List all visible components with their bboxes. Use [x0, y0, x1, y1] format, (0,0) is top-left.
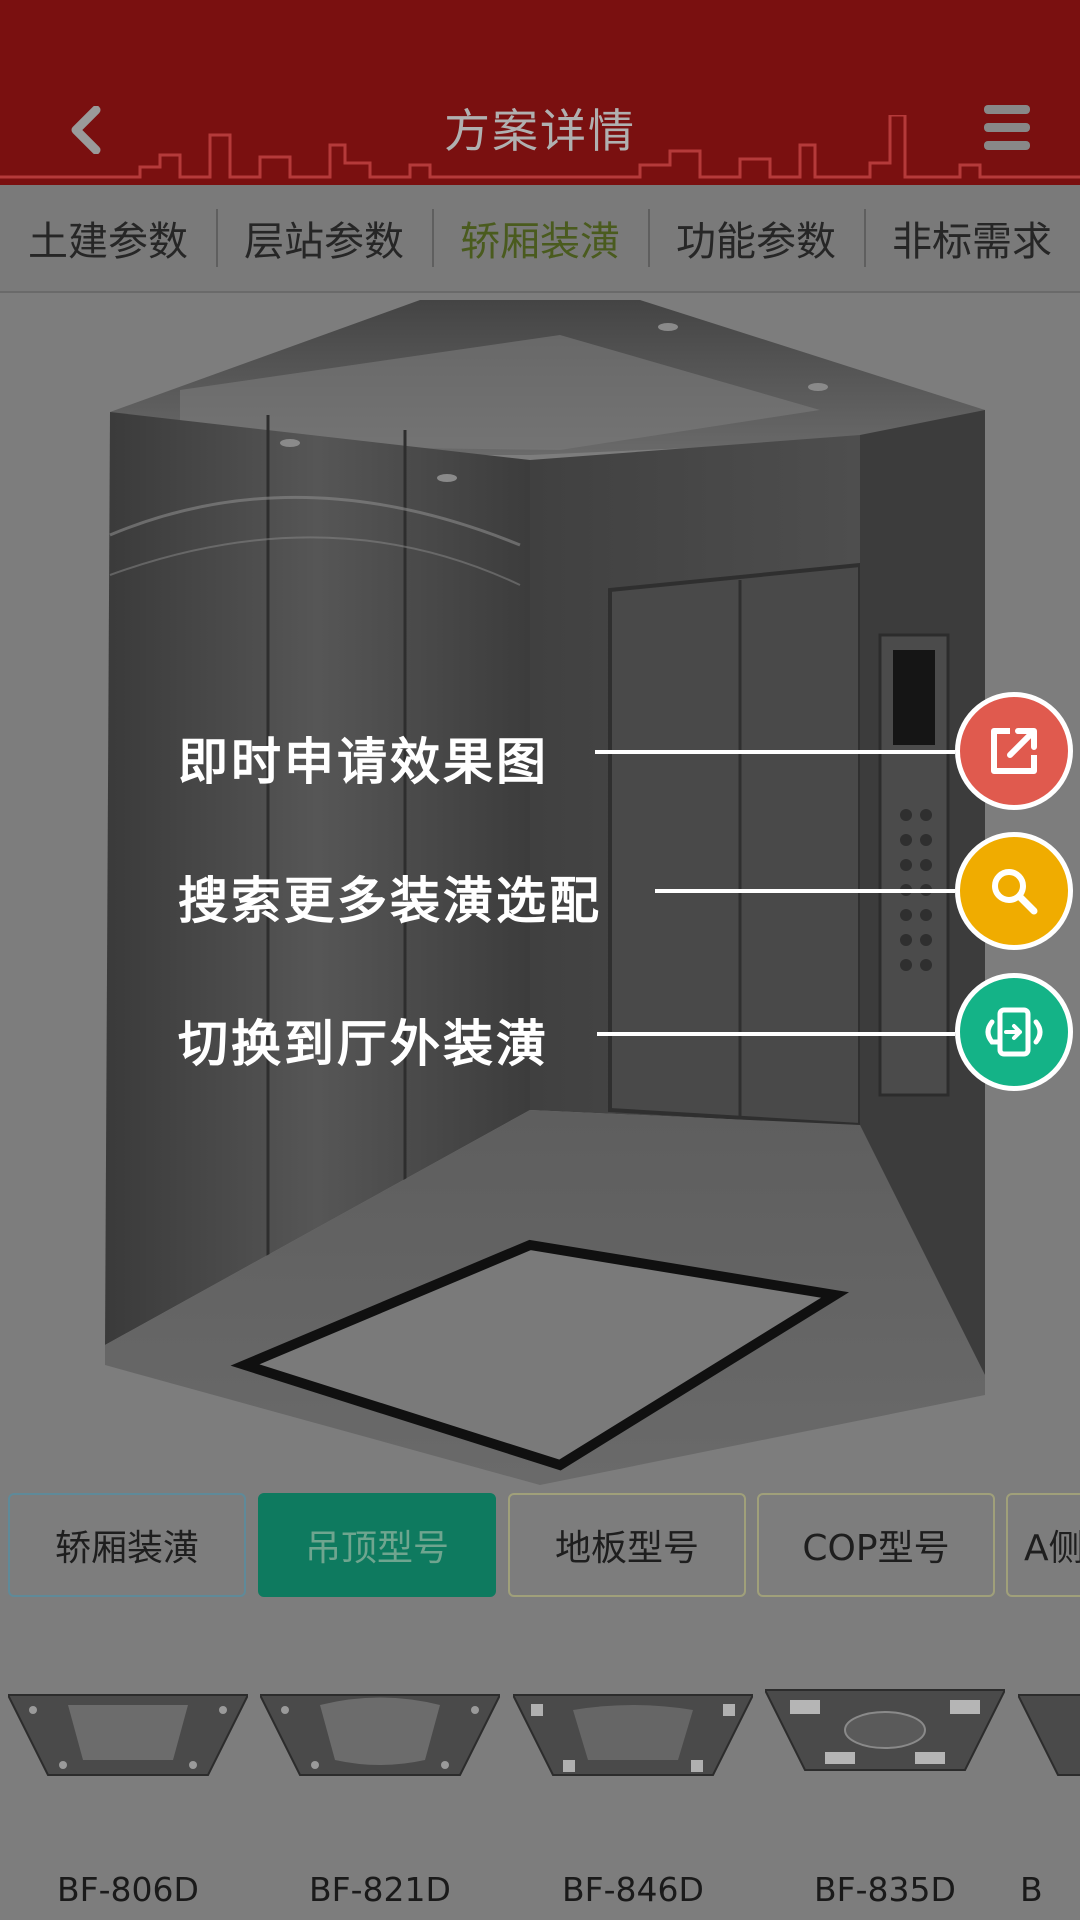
category-ceiling-model[interactable]: 吊顶型号 — [258, 1493, 496, 1597]
ceiling-image — [1016, 1694, 1080, 1776]
decoration-category-bar: 轿厢装潢 吊顶型号 地板型号 COP型号 A侧 — [8, 1493, 1080, 1599]
search-decoration-button[interactable] — [955, 832, 1073, 950]
search-icon — [992, 869, 1038, 915]
tip-search-decoration: 搜索更多装潢选配 — [178, 872, 602, 930]
ceiling-code: BF-806D — [57, 1870, 199, 1909]
ceiling-image — [258, 1694, 502, 1776]
category-car-decoration[interactable]: 轿厢装潢 — [8, 1493, 246, 1597]
tab-car-decoration[interactable]: 轿厢装潢 — [432, 185, 648, 291]
tab-nonstandard-requirements[interactable]: 非标需求 — [864, 185, 1080, 291]
tab-floor-params[interactable]: 层站参数 — [216, 185, 432, 291]
tip-line-search-decoration — [655, 889, 955, 893]
tab-function-params[interactable]: 功能参数 — [648, 185, 864, 291]
switch-hall-decoration-button[interactable] — [955, 973, 1073, 1091]
switch-view-icon — [985, 1007, 1043, 1057]
ceiling-thumbnail[interactable]: B — [1016, 1680, 1080, 1920]
ceiling-code: BF-846D — [562, 1870, 704, 1909]
tip-line-apply-rendering — [595, 750, 955, 754]
external-link-icon — [991, 728, 1037, 774]
tip-switch-hall: 切换到厅外装潢 — [178, 1015, 549, 1073]
app-header: 方案详情 — [0, 0, 1080, 185]
tip-line-switch-hall — [597, 1032, 955, 1036]
menu-button[interactable] — [984, 105, 1030, 151]
tab-civil-params[interactable]: 土建参数 — [0, 185, 216, 291]
category-a-side[interactable]: A侧 — [1006, 1493, 1080, 1597]
ceiling-model-list: BF-806D BF-821D BF-846D BF-835D B — [0, 1680, 1080, 1920]
ceiling-code: B — [1020, 1870, 1043, 1909]
ceiling-code: BF-835D — [814, 1870, 956, 1909]
ceiling-image — [763, 1689, 1007, 1771]
ceiling-thumbnail[interactable]: BF-835D — [763, 1680, 1007, 1920]
ceiling-thumbnail[interactable]: BF-821D — [258, 1680, 502, 1920]
category-floor-model[interactable]: 地板型号 — [508, 1493, 746, 1597]
ceiling-thumbnail[interactable]: BF-846D — [511, 1680, 755, 1920]
tip-apply-rendering: 即时申请效果图 — [178, 733, 549, 791]
category-cop-model[interactable]: COP型号 — [757, 1493, 995, 1597]
apply-rendering-button[interactable] — [955, 692, 1073, 810]
ceiling-image — [6, 1694, 250, 1776]
ceiling-code: BF-821D — [309, 1870, 451, 1909]
page-title: 方案详情 — [444, 104, 636, 158]
ceiling-image — [511, 1694, 755, 1776]
ceiling-thumbnail[interactable]: BF-806D — [6, 1680, 250, 1920]
tab-bar: 土建参数 层站参数 轿厢装潢 功能参数 非标需求 — [0, 185, 1080, 293]
